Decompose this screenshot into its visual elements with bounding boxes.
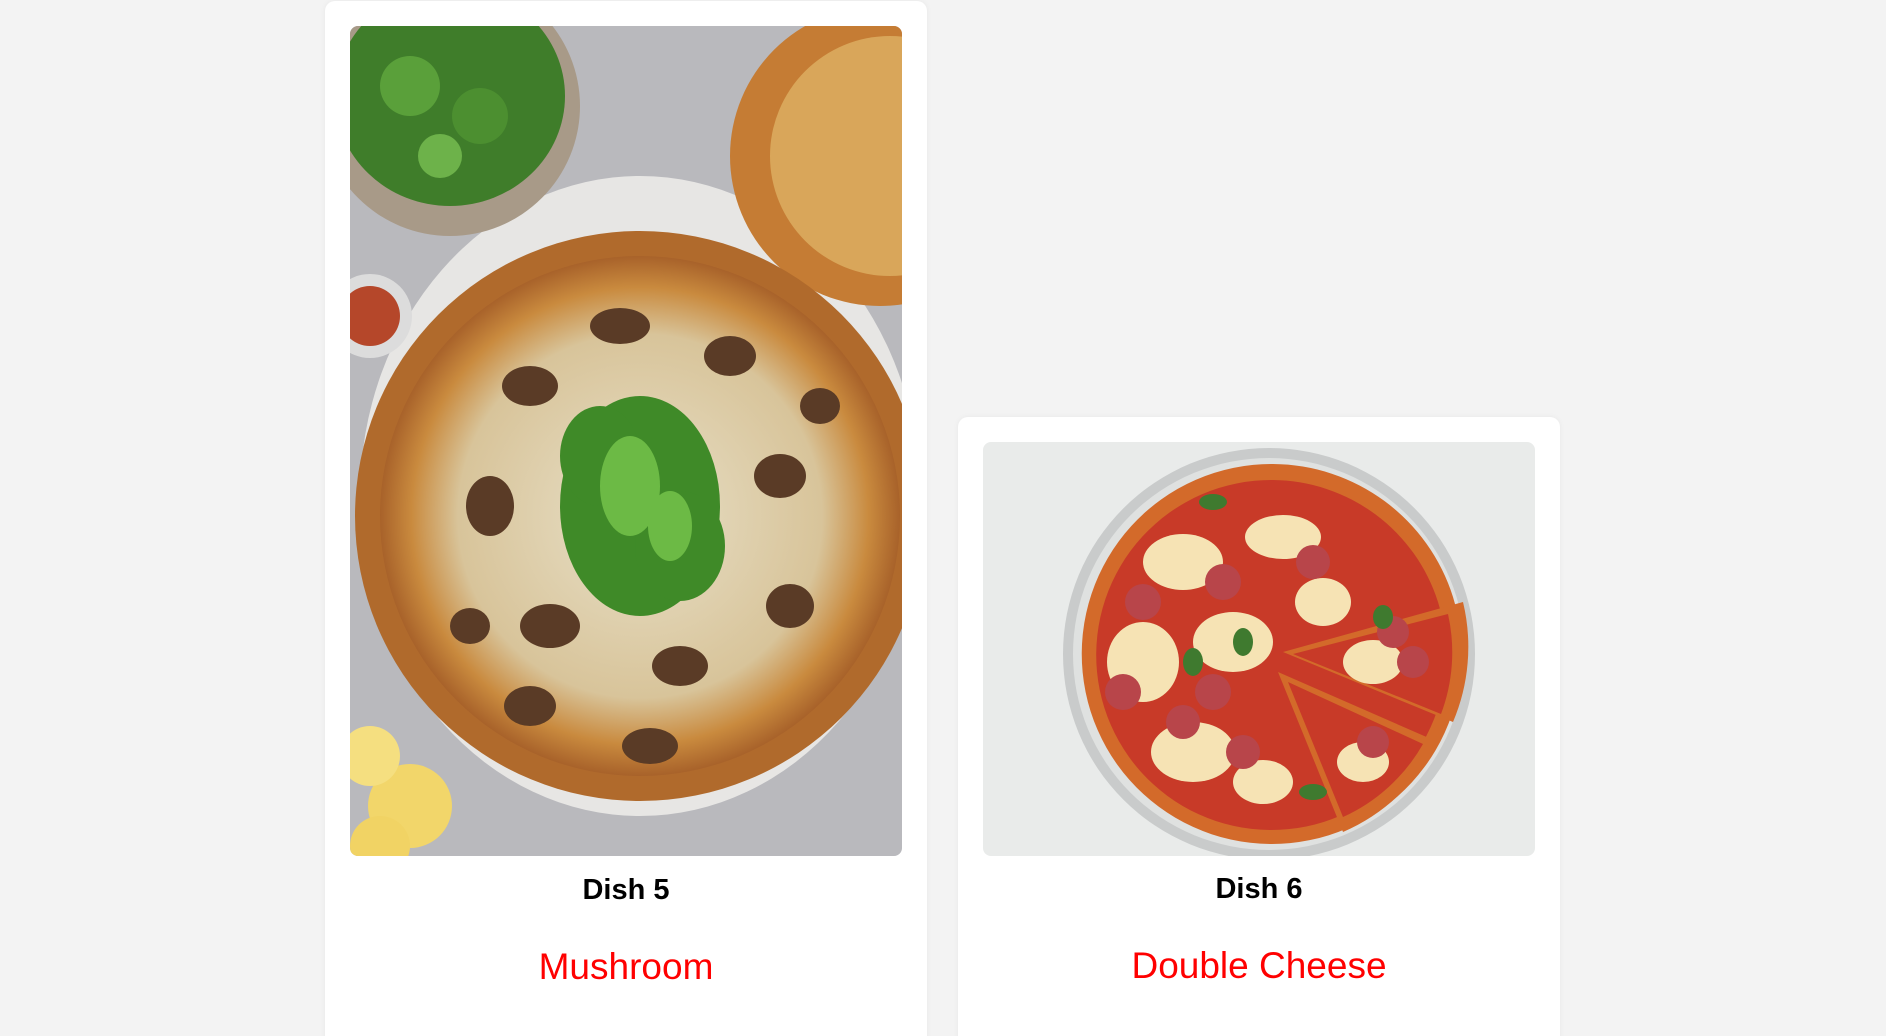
dish-title: Dish 5 xyxy=(582,874,670,906)
mushroom-pizza-photo xyxy=(350,26,902,856)
dish-title: Dish 6 xyxy=(1215,873,1303,905)
page: Dish 5 Mushroom Dish 6 Double Cheese xyxy=(0,0,1886,1036)
dish-image-mushroom[interactable] xyxy=(350,26,902,856)
dish-image-double-cheese[interactable] xyxy=(983,442,1535,856)
dish-name[interactable]: Mushroom xyxy=(325,946,927,988)
dish-name[interactable]: Double Cheese xyxy=(958,945,1560,987)
dish-card[interactable]: Dish 5 Mushroom xyxy=(325,1,927,1036)
pepperoni-cheese-pizza-photo xyxy=(983,442,1535,856)
dish-card[interactable]: Dish 6 Double Cheese xyxy=(958,417,1560,1036)
